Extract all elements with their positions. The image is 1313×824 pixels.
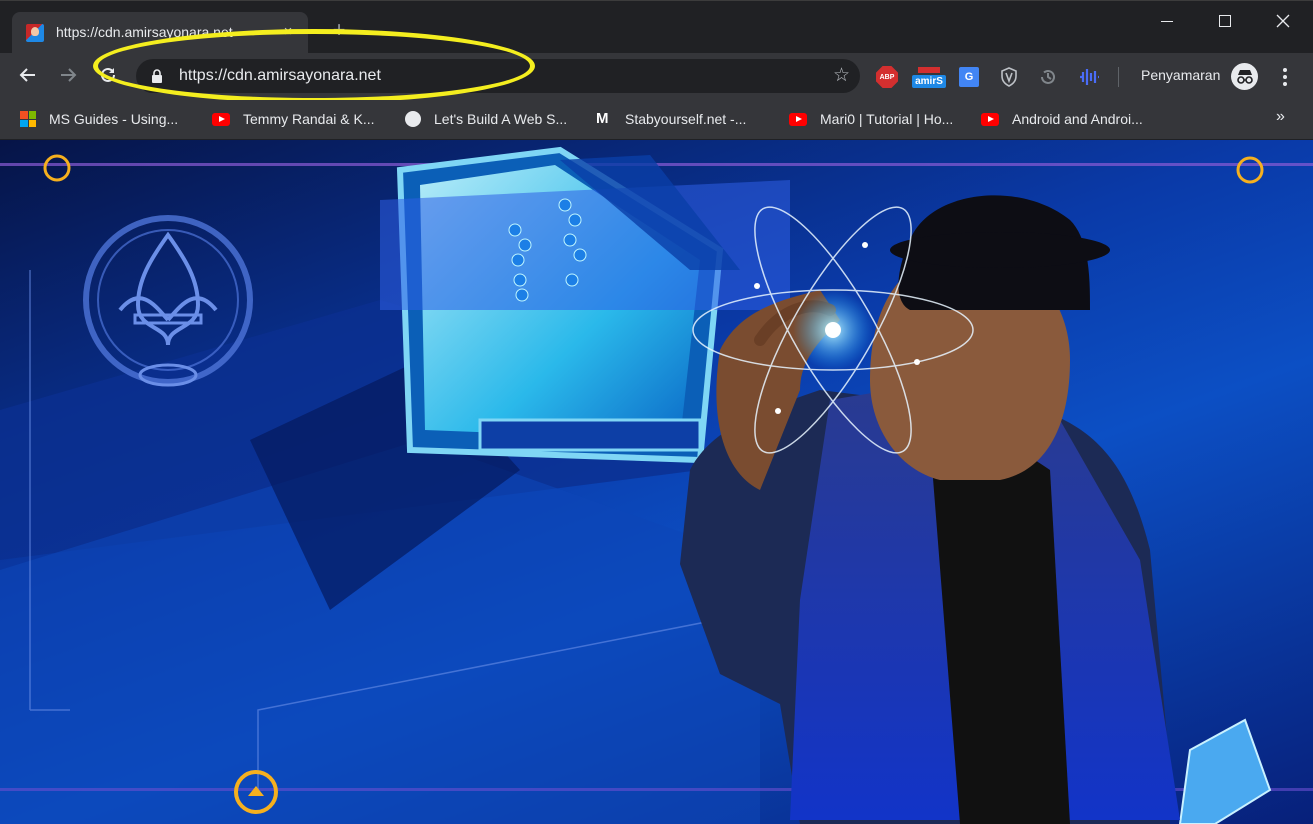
history-extension[interactable] [1036, 65, 1060, 89]
amirs-label: amirS [912, 74, 946, 88]
bookmark-lets-build[interactable]: Let's Build A Web S... [405, 108, 567, 130]
reload-icon [101, 67, 115, 82]
microsoft-icon [20, 111, 36, 127]
browser-toolbar: https://cdn.amirsayonara.net ☆ ABP amirS… [0, 53, 1313, 100]
site-favicon-icon [26, 24, 44, 42]
bookmark-label: Mari0 | Tutorial | Ho... [820, 111, 954, 127]
tab-close-icon[interactable]: × [278, 22, 298, 42]
bookmark-ms-guides[interactable]: MS Guides - Using... [20, 108, 178, 130]
audio-extension[interactable] [1077, 65, 1101, 89]
profile-label[interactable]: Penyamaran [1141, 67, 1220, 83]
amirs-bar-icon [918, 66, 940, 73]
close-window-button[interactable] [1254, 1, 1312, 41]
abp-icon: ABP [876, 66, 898, 88]
bookmarks-bar: MS Guides - Using... Temmy Randai & K...… [0, 100, 1313, 140]
minimize-button[interactable] [1138, 1, 1196, 41]
bookmark-mari0[interactable]: Mari0 | Tutorial | Ho... [789, 108, 953, 130]
back-button[interactable] [12, 59, 44, 91]
bookmark-label: MS Guides - Using... [49, 111, 179, 127]
url-text[interactable]: https://cdn.amirsayonara.net [179, 67, 381, 85]
amirs-extension[interactable]: amirS [911, 63, 947, 91]
youtube-icon [981, 112, 999, 126]
bookmark-label: Android and Androi... [1012, 111, 1143, 127]
minimize-icon [1161, 20, 1173, 22]
bookmark-temmy[interactable]: Temmy Randai & K... [212, 108, 375, 130]
arrow-left-icon [19, 68, 35, 82]
bookmark-star-icon[interactable]: ☆ [833, 64, 850, 87]
toolbar-separator [1118, 67, 1119, 87]
bookmark-android[interactable]: Android and Androi... [981, 108, 1143, 130]
google-translate-extension[interactable]: G [957, 65, 981, 89]
youtube-icon [212, 112, 230, 126]
m-logo-icon: M [596, 110, 609, 127]
hero-image [0, 146, 1313, 824]
shield-extension[interactable] [997, 65, 1021, 89]
bookmarks-overflow-button[interactable]: » [1276, 108, 1285, 126]
maximize-button[interactable] [1196, 1, 1254, 41]
waveform-icon [1080, 69, 1099, 85]
youtube-icon [789, 112, 807, 126]
history-icon [1041, 69, 1055, 84]
more-menu-icon[interactable] [1273, 63, 1297, 91]
bookmark-label: Stabyourself.net -... [625, 111, 747, 127]
forward-button[interactable] [52, 59, 84, 91]
tab-title: https://cdn.amirsayonara.net [56, 24, 233, 40]
new-tab-button[interactable]: + [326, 18, 352, 44]
reload-button[interactable] [92, 59, 124, 91]
page-content [0, 140, 1313, 824]
address-bar[interactable]: https://cdn.amirsayonara.net ☆ [136, 59, 860, 93]
lock-icon [152, 69, 162, 83]
translate-icon: G [959, 67, 979, 87]
bookmark-stabyourself[interactable]: M Stabyourself.net -... [596, 108, 746, 130]
bookmark-label: Temmy Randai & K... [243, 111, 375, 127]
maximize-icon [1219, 15, 1231, 27]
globe-icon [405, 111, 421, 127]
tab-strip: https://cdn.amirsayonara.net × + [0, 0, 1313, 54]
arrow-right-icon [61, 68, 77, 82]
incognito-icon[interactable] [1231, 63, 1258, 90]
bookmark-label: Let's Build A Web S... [434, 111, 568, 127]
browser-tab[interactable]: https://cdn.amirsayonara.net × [12, 12, 308, 54]
shield-icon [1001, 67, 1017, 87]
adblock-plus-extension[interactable]: ABP [875, 65, 899, 89]
close-icon [1276, 14, 1290, 28]
